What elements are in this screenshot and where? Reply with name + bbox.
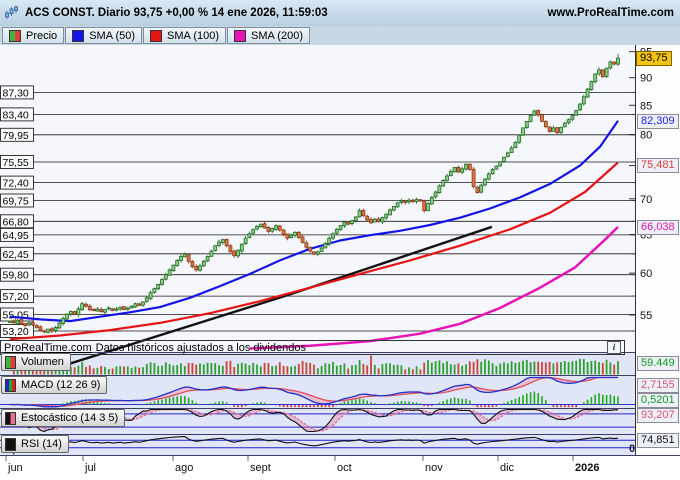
svg-text:62,45: 62,45	[3, 249, 29, 261]
volume-value-badge: 59.449	[637, 356, 679, 371]
svg-text:85: 85	[640, 100, 652, 112]
chart-canvas[interactable]: 87,30 83,40 79,95 75,55 72,40 69,75 66,80 64,95…	[0, 0, 680, 480]
svg-text:90: 90	[640, 73, 652, 85]
stochastic-icon	[5, 412, 16, 425]
macd-signal-value-badge: 0,5201	[637, 393, 679, 408]
svg-text:79,95: 79,95	[3, 130, 29, 142]
svg-text:57,20: 57,20	[3, 291, 29, 303]
chart-title: ACS CONST. Diario 93,75 +0,00 % 14 ene 2…	[25, 7, 328, 19]
svg-text:dic: dic	[500, 462, 515, 474]
title-bar: ACS CONST. Diario 93,75 +0,00 % 14 ene 2…	[0, 0, 680, 27]
stochastic-panel-label[interactable]: Estocástico (14 3 5)	[1, 409, 125, 427]
prorealtime-logo-icon	[4, 5, 19, 21]
sma50-value-badge: 82,309	[637, 114, 679, 129]
svg-text:ago: ago	[175, 462, 193, 474]
svg-text:jul: jul	[84, 462, 96, 474]
sma200-swatch-icon	[234, 30, 246, 42]
svg-text:64,95: 64,95	[3, 230, 29, 242]
rsi-icon	[5, 438, 16, 451]
svg-text:jun: jun	[7, 462, 23, 474]
svg-text:87,30: 87,30	[3, 87, 29, 99]
svg-text:75,55: 75,55	[3, 157, 29, 169]
price-legend-bar: Precio SMA (50) SMA (100) SMA (200)	[0, 26, 680, 45]
svg-text:83,40: 83,40	[3, 109, 29, 121]
svg-text:oct: oct	[337, 462, 352, 474]
legend-item-sma100[interactable]: SMA (100)	[143, 27, 226, 44]
svg-text:60: 60	[640, 268, 652, 280]
info-icon[interactable]: i	[607, 341, 621, 354]
sma100-swatch-icon	[150, 30, 162, 42]
stochastic-value-badge: 93,207	[637, 408, 679, 423]
legend-item-sma200[interactable]: SMA (200)	[227, 27, 310, 44]
svg-text:55,05: 55,05	[3, 310, 29, 322]
last-price-badge: 93,75	[636, 51, 672, 66]
svg-text:70: 70	[640, 194, 652, 206]
rsi-panel-label[interactable]: RSI (14)	[1, 435, 69, 453]
svg-text:sept: sept	[250, 462, 271, 474]
svg-text:72,40: 72,40	[3, 178, 29, 190]
dividend-adjust-note: Datos históricos ajustados a los dividen…	[96, 342, 306, 354]
data-source-note: ProRealTime.com Datos históricos ajustad…	[0, 340, 625, 355]
svg-text:80: 80	[640, 130, 652, 142]
svg-text:nov: nov	[425, 462, 443, 474]
trading-app-window: 87,30 83,40 79,95 75,55 72,40 69,75 66,80 64,95…	[0, 0, 680, 480]
website-link[interactable]: www.ProRealTime.com	[547, 7, 674, 19]
rsi-zero-label: 0	[629, 443, 635, 455]
svg-text:69,75: 69,75	[3, 196, 29, 208]
macd-icon	[5, 379, 16, 392]
svg-text:2026: 2026	[575, 462, 599, 474]
legend-item-precio[interactable]: Precio	[2, 27, 64, 44]
volume-icon	[5, 356, 16, 369]
svg-text:66,80: 66,80	[3, 216, 29, 228]
prorealtime-link[interactable]: ProRealTime.com	[4, 342, 92, 354]
sma200-value-badge: 66,038	[637, 220, 679, 235]
sma100-value-badge: 75,481	[637, 158, 679, 173]
sma50-swatch-icon	[72, 30, 84, 42]
price-swatch-icon	[9, 30, 21, 42]
volume-panel-label[interactable]: Volumen	[1, 353, 71, 371]
rsi-value-badge: 74,851	[637, 433, 679, 448]
macd-panel-label[interactable]: MACD (12 26 9)	[1, 376, 107, 394]
macd-value-badge: 2,7155	[637, 378, 679, 393]
svg-text:55: 55	[640, 310, 652, 322]
svg-text:59,80: 59,80	[3, 270, 29, 282]
legend-item-sma50[interactable]: SMA (50)	[65, 27, 142, 44]
